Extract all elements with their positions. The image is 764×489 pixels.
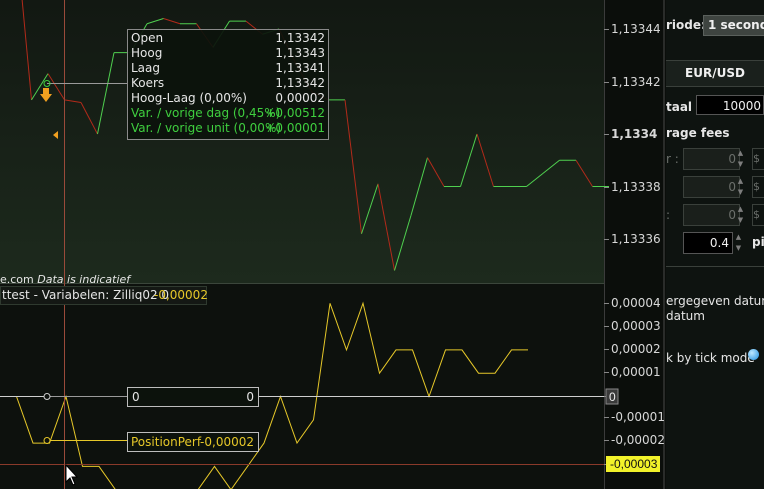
spin-down-icon[interactable]: ▼ [734,215,747,226]
tooltip-value: 0,00002 [275,91,325,105]
tooltip-value: 1,13342 [275,76,325,90]
price-axis-label: 1,13342 [611,75,661,89]
fees-heading: rage fees [666,126,730,140]
date-option-2[interactable]: datum [666,309,705,323]
indicator-pane[interactable] [0,284,604,489]
date-option-1[interactable]: ergegeven datum [666,294,764,308]
position-perf-label: PositionPerf [131,435,202,449]
indicator-axis-label: 0,00004 [611,296,661,310]
tooltip-row: Laag 1,13341 [131,61,325,76]
tooltip-label: Koers [131,76,165,90]
indicator-title: ttest - Variabelen: Zilliq02 0 [2,288,170,302]
spin-down-icon[interactable]: ▼ [732,243,745,254]
tooltip-row: Koers 1,13342 [131,76,325,91]
fee-unit-3[interactable]: $ [752,204,764,226]
indicator-axis-label: 0,00003 [611,319,661,333]
price-axis-label: 1,1334 [611,127,658,141]
source-note: e.com Data is indicatief [0,273,130,286]
tooltip-label: Hoog [131,46,163,60]
fee-spinner-1[interactable]: ▲ ▼ [734,148,747,170]
price-axis-label: 1,13344 [611,22,661,36]
fee-row-1-label: r : [666,152,679,166]
tooltip-value: +0,00512 [265,106,325,120]
fee-spinner-3[interactable]: ▲ ▼ [734,204,747,226]
backtest-settings-panel: riode: 1 seconde EUR/USD taal : 10000 ra… [666,0,764,489]
pips-spinner[interactable]: ▲ ▼ [732,232,745,254]
tooltip-label: Var. / vorige unit (0,00%) [131,121,282,135]
zero-marker [43,393,51,400]
tooltip-label: Var. / vorige dag (0,45%) [131,106,281,120]
tick-mode-label[interactable]: k by tick mode [666,351,755,365]
fee-row-3-label: : [666,208,671,222]
price-axis-label: 1,13336 [611,232,661,246]
tooltip-row: Open 1,13342 [131,31,325,46]
price-axis-label: 1,13338 [611,180,661,194]
fee-input-3[interactable]: 0 [683,204,740,226]
indicator-axis-label: -0,00001 [611,410,665,424]
period-select[interactable]: 1 seconde [703,15,764,36]
pips-input[interactable]: 0.4 [683,232,733,254]
ohlc-tooltip: Open 1,13342 Hoog 1,13343 Laag 1,13341 Koers 1,… [127,29,329,140]
position-perf-value: -0,00002 [200,435,254,449]
tooltip-value: +0,00001 [265,121,325,135]
fee-spinner-2[interactable]: ▲ ▼ [734,176,747,198]
spin-up-icon[interactable]: ▲ [734,148,747,159]
spin-down-icon[interactable]: ▼ [734,187,747,198]
zero-box-left: 0 [132,390,140,404]
pips-label: pi [752,235,764,249]
indicator-header[interactable]: ttest - Variabelen: Zilliq02 0 -0,00002 [0,286,208,305]
current-value-text: -0,00003 [610,457,658,471]
source-domain: e.com [0,273,34,286]
indicator-axis-label: -0,00002 [611,433,665,447]
instrument-header: EUR/USD [666,60,764,87]
info-icon[interactable] [748,349,759,360]
tooltip-label: Laag [131,61,161,75]
period-label: riode: [666,18,706,32]
fee-input-1[interactable]: 0 [683,148,740,170]
tooltip-row: Var. / vorige unit (0,00%) +0,00001 [131,121,325,136]
tooltip-value: 1,13341 [275,61,325,75]
zero-badge-text: 0 [609,390,616,404]
fee-input-2[interactable]: 0 [683,176,740,198]
indicator-header-value: -0,00002 [154,288,208,302]
position-perf-box: PositionPerf -0,00002 [127,432,259,452]
indicator-marker [43,437,51,444]
spin-down-icon[interactable]: ▼ [734,159,747,170]
indicator-axis-label: 0,00001 [611,365,661,379]
zero-box-right: 0 [246,390,254,404]
fee-unit-1[interactable]: $ [752,148,764,170]
fee-unit-2[interactable]: $ [752,176,764,198]
spin-up-icon[interactable]: ▲ [734,176,747,187]
panel-separator [666,266,764,267]
indicator-axis-label: 0,00002 [611,342,661,356]
tooltip-row: Hoog 1,13343 [131,46,325,61]
tooltip-label: Hoog-Laag (0,00%) [131,91,247,105]
tooltip-row: Var. / vorige dag (0,45%) +0,00512 [131,106,325,121]
data-disclaimer: Data is indicatief [37,273,131,286]
spin-up-icon[interactable]: ▲ [734,204,747,215]
tooltip-value: 1,13342 [275,31,325,45]
spin-up-icon[interactable]: ▲ [732,232,745,243]
tooltip-row: Hoog-Laag (0,00%) 0,00002 [131,91,325,106]
zero-label-box: 0 0 [127,387,259,407]
capital-input[interactable]: 10000 [696,95,764,115]
tooltip-label: Open [131,31,164,45]
tooltip-value: 1,13343 [275,46,325,60]
